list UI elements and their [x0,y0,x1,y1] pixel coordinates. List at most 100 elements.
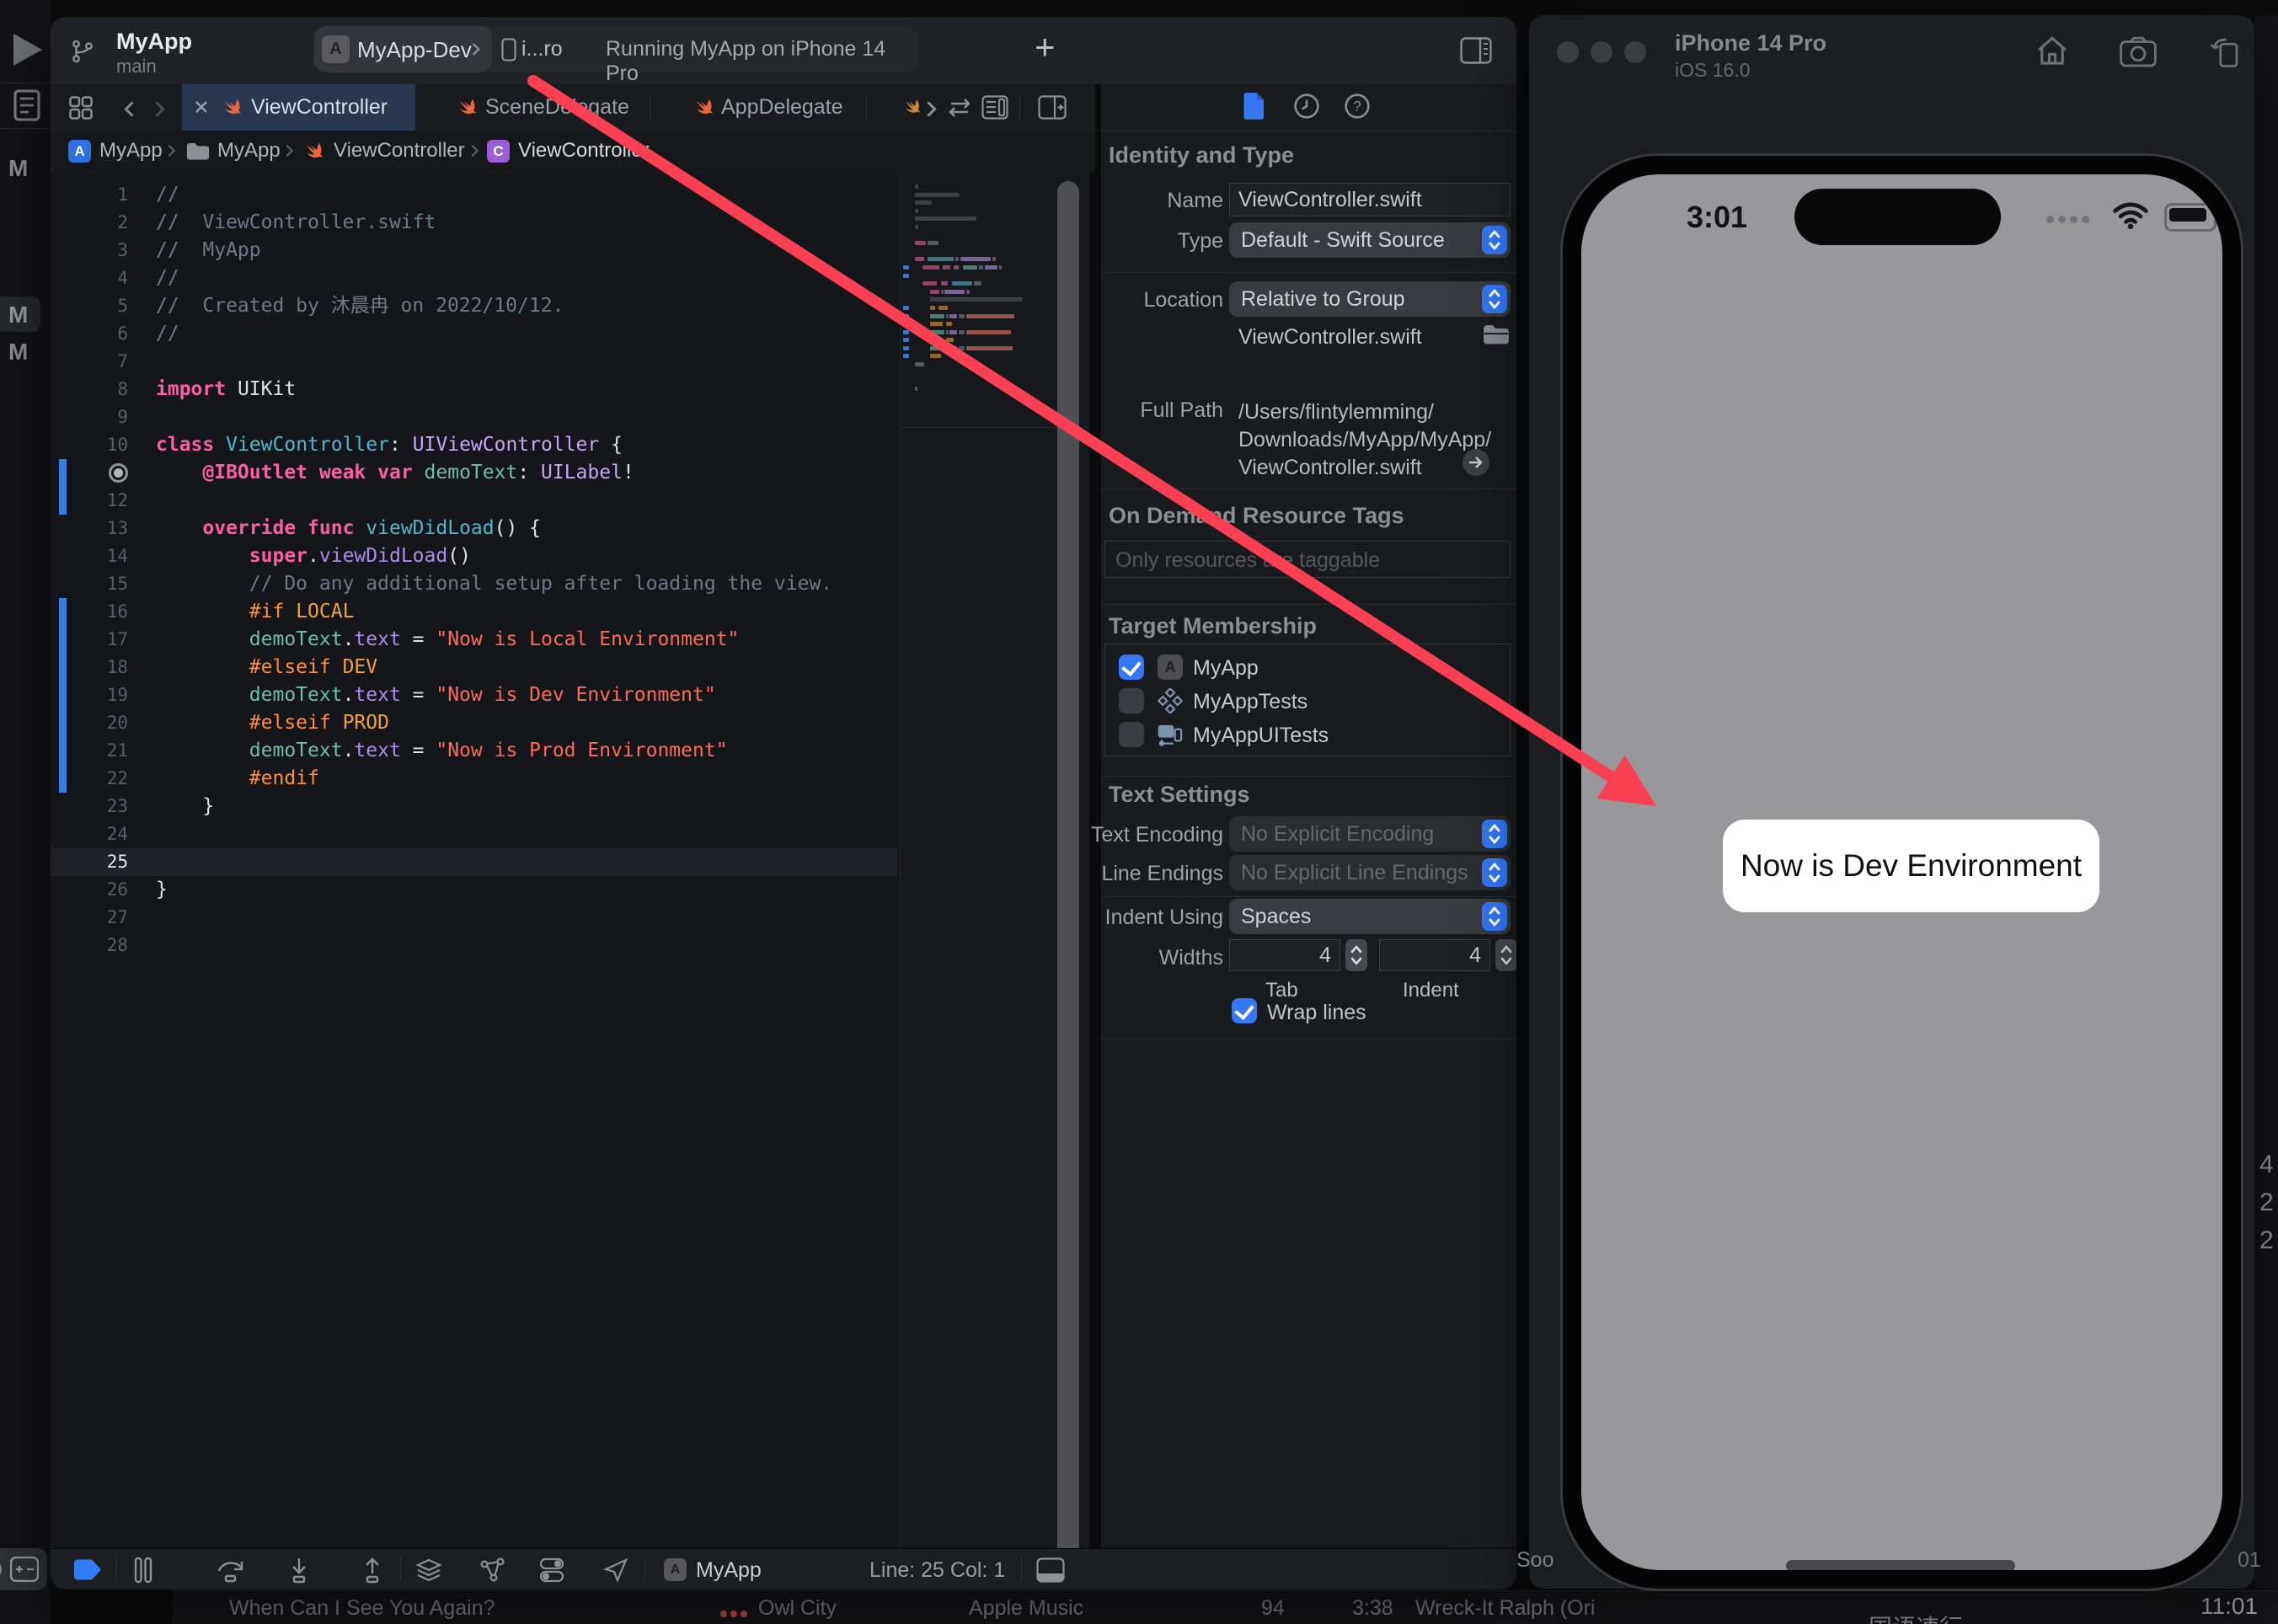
indent-width-field[interactable]: 4 [1379,939,1490,971]
code-line[interactable]: 23 } [51,793,897,820]
traffic-light-zoom[interactable] [1624,41,1646,63]
line-number[interactable]: 9 [51,403,128,431]
minimap[interactable] [915,184,1050,411]
name-field[interactable]: ViewController.swift [1229,183,1511,216]
code-line[interactable]: 24 [51,820,897,848]
code-line[interactable]: 27 [51,904,897,932]
traffic-light-minimize[interactable] [1591,41,1612,63]
screenshot-camera-icon[interactable] [2119,35,2158,69]
music-window-row[interactable]: When Can I See You Again? Owl City Apple… [173,1590,2278,1624]
code-line[interactable]: 17 demoText.text = "Now is Local Environ… [51,626,897,654]
line-number[interactable]: 3 [51,237,128,264]
code-line[interactable]: 26} [51,876,897,904]
code-line[interactable]: 12 [51,487,897,515]
rotate-device-icon[interactable] [2207,34,2243,69]
home-indicator[interactable] [1786,1560,2015,1570]
iphone-screen[interactable]: 3:01 Now is Dev Environment [1581,174,2222,1570]
code-line[interactable]: 14 super.viewDidLoad() [51,542,897,570]
code-line[interactable]: 2// ViewController.swift [51,209,897,237]
folder-open-icon[interactable] [1482,323,1511,346]
code-line[interactable]: 16 #if LOCAL [51,598,897,626]
line-number[interactable]: 25 [51,848,128,876]
code-line[interactable]: @IBOutlet weak var demoText: UILabel! [51,459,897,487]
line-number[interactable]: 6 [51,320,128,348]
running-app-name[interactable]: MyApp [696,1558,762,1583]
editor-options-icon[interactable] [981,95,1008,120]
target-checkbox[interactable] [1119,688,1144,713]
code-line[interactable]: 15 // Do any additional setup after load… [51,570,897,598]
simulate-location-icon[interactable] [602,1557,629,1584]
line-number[interactable]: 13 [51,515,128,542]
overflow-chevron-icon[interactable] [921,101,936,116]
memory-graph-icon[interactable] [479,1557,507,1584]
code-line[interactable]: 28 [51,932,897,959]
grid-icon[interactable] [67,95,94,120]
type-dropdown[interactable]: Default - Swift Source [1229,222,1511,258]
code-line[interactable]: 19 demoText.text = "Now is Dev Environme… [51,681,897,709]
line-number[interactable]: 23 [51,793,128,820]
toggle-inspector-icon[interactable] [1460,37,1492,64]
help-inspector-icon[interactable]: ? [1344,93,1371,120]
debug-variables-widget-fragment[interactable] [0,1548,47,1590]
line-number[interactable]: 27 [51,904,128,932]
line-number[interactable]: 7 [51,348,128,376]
code-lines[interactable]: 1//2// ViewController.swift3// MyApp4//5… [51,181,897,959]
line-number[interactable]: 5 [51,292,128,320]
indent-width-stepper[interactable] [1495,939,1516,971]
pause-icon[interactable] [131,1557,155,1584]
line-number[interactable]: 26 [51,876,128,904]
code-line[interactable]: 3// MyApp [51,237,897,264]
tab-width-field[interactable]: 4 [1229,939,1340,971]
code-line[interactable]: 1// [51,181,897,209]
code-line[interactable]: 25 [51,848,897,876]
line-number[interactable]: 24 [51,820,128,848]
line-number[interactable]: 8 [51,376,128,403]
location-dropdown[interactable]: Relative to Group [1229,281,1511,317]
code-line[interactable]: 20 #elseif PROD [51,709,897,737]
step-into-icon[interactable] [286,1557,312,1584]
endings-dropdown[interactable]: No Explicit Line Endings [1229,855,1511,890]
step-out-icon[interactable] [360,1557,385,1584]
tab-scenedelegate[interactable]: SceneDelegate [485,95,629,120]
outlet-connection-icon[interactable] [109,463,128,483]
line-number[interactable]: 15 [51,570,128,598]
environment-overrides-icon[interactable] [537,1557,566,1584]
code-line[interactable]: 10class ViewController: UIViewController… [51,431,897,459]
home-button-icon[interactable] [2035,34,2070,69]
code-line[interactable]: 7 [51,348,897,376]
plus-minus-box-icon[interactable] [10,1557,39,1582]
hide-debug-area-icon[interactable] [1036,1557,1065,1583]
code-line[interactable]: 5// Created by 沐晨冉 on 2022/10/12. [51,292,897,320]
history-inspector-icon[interactable] [1293,93,1320,120]
line-number[interactable]: 1 [51,181,128,209]
indent-using-dropdown[interactable]: Spaces [1229,899,1511,934]
crumb-group[interactable]: MyApp [217,139,281,163]
scheme-selector[interactable]: A MyApp-Dev [314,26,492,72]
target-checkbox[interactable] [1119,722,1144,747]
wrap-lines-checkbox[interactable] [1232,998,1257,1023]
target-checkbox[interactable] [1119,654,1144,680]
crumb-project[interactable]: MyApp [99,139,163,163]
scheme-status-pill[interactable]: A MyApp-Dev i...ro Running MyApp on iPho… [314,26,918,72]
close-tab-icon[interactable] [194,99,209,115]
encoding-dropdown[interactable]: No Explicit Encoding [1229,816,1511,852]
tab-appdelegate[interactable]: AppDelegate [721,95,843,120]
view-hierarchy-icon[interactable] [414,1557,443,1584]
traffic-light-close[interactable] [1557,41,1579,63]
line-number[interactable]: 10 [51,431,128,459]
code-line[interactable]: 6// [51,320,897,348]
resource-tags-box[interactable]: Only resources are taggable [1104,541,1511,578]
code-line[interactable]: 22 #endif [51,765,897,793]
forward-icon[interactable] [149,101,164,116]
destination-name[interactable]: i...ro [521,37,563,61]
new-tab-button[interactable]: + [1035,27,1056,67]
code-line[interactable]: 13 override func viewDidLoad() { [51,515,897,542]
swap-editors-icon[interactable] [946,97,973,119]
line-number[interactable]: 4 [51,264,128,292]
breakpoints-toggle-icon[interactable] [73,1558,105,1581]
code-line[interactable]: 9 [51,403,897,431]
open-path-arrow-icon[interactable] [1462,448,1490,477]
crumb-file[interactable]: ViewController [334,139,465,163]
line-number[interactable]: 2 [51,209,128,237]
line-number[interactable]: 14 [51,542,128,570]
